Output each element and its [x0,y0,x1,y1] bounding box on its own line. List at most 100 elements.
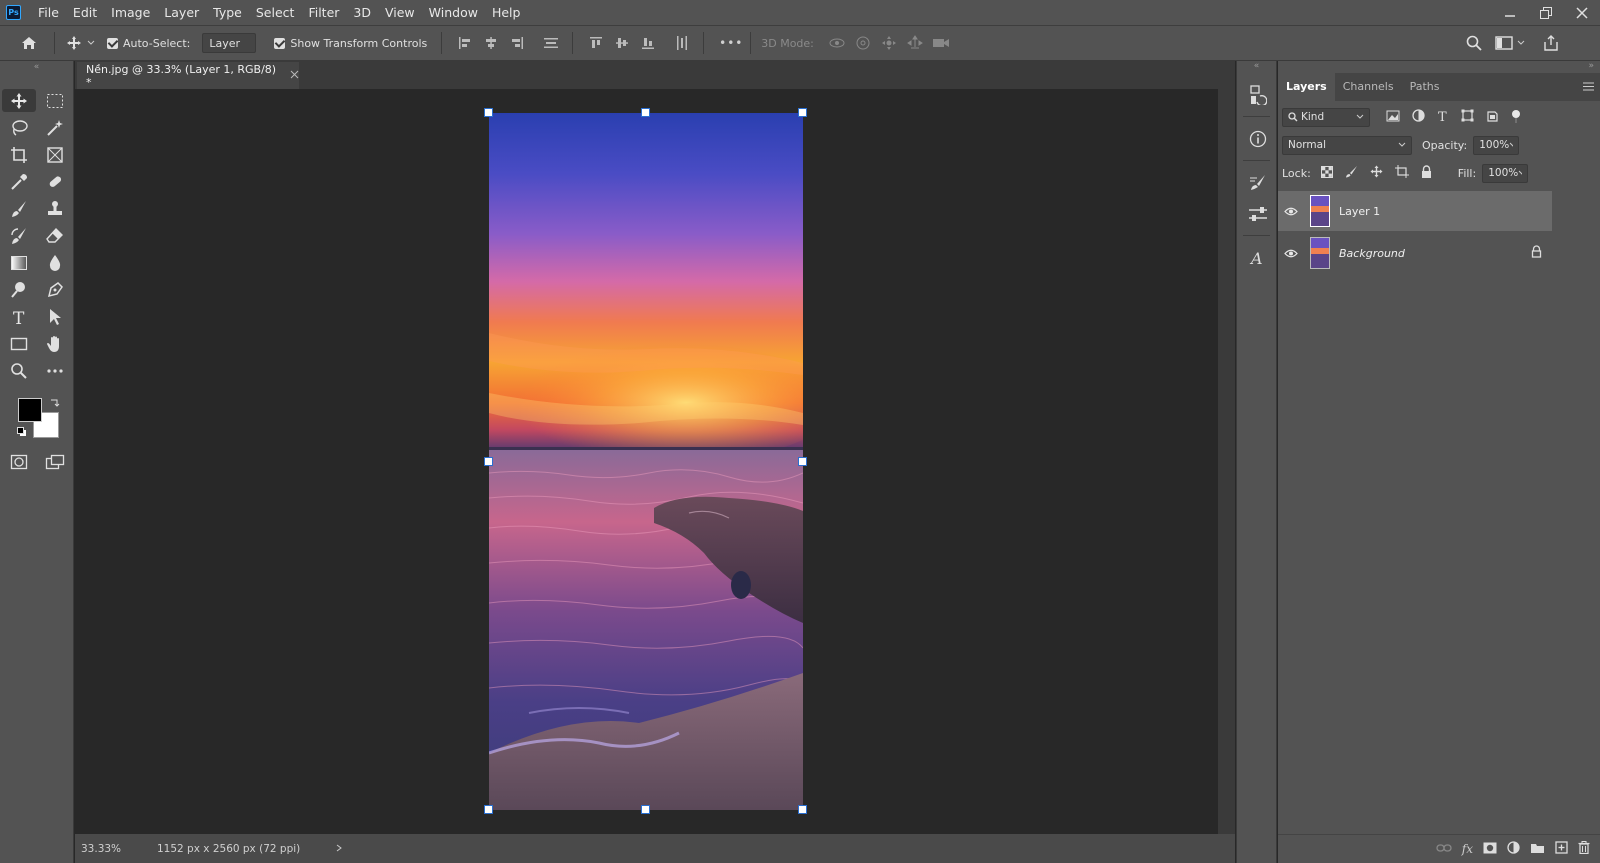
minimize-icon[interactable] [1502,5,1518,21]
menu-file[interactable]: File [31,0,66,25]
visibility-eye-icon[interactable] [1278,249,1304,258]
align-right-icon[interactable] [506,32,528,54]
lock-artboard-icon[interactable] [1394,165,1409,181]
menu-type[interactable]: Type [206,0,249,25]
move-tool-preset-icon[interactable] [63,32,85,54]
align-horizontal-center-icon[interactable] [480,32,502,54]
filter-kind-dropdown[interactable]: Kind [1282,107,1370,127]
align-vertical-center-icon[interactable] [611,32,633,54]
brushes-panel-icon[interactable] [1237,167,1278,198]
transform-handle-right[interactable] [798,457,807,466]
menu-view[interactable]: View [378,0,422,25]
menu-window[interactable]: Window [422,0,485,25]
vertical-scrollbar[interactable] [1218,89,1235,834]
filter-toggle-icon[interactable] [1511,109,1521,126]
swap-colors-icon[interactable] [50,396,60,410]
fill-input[interactable]: 100% [1482,163,1529,183]
delete-layer-trash-icon[interactable] [1578,841,1590,857]
chevron-down-icon[interactable] [1515,32,1527,54]
hand-tool-icon[interactable] [38,332,72,355]
document-tab[interactable]: Nền.jpg @ 33.3% (Layer 1, RGB/8) * [77,62,299,89]
close-icon[interactable] [1574,5,1590,21]
adjustments-panel-icon[interactable] [1237,198,1278,229]
dodge-tool-icon[interactable] [2,278,36,301]
marquee-tool-icon[interactable] [38,89,72,112]
canvas-area[interactable] [75,89,1218,834]
layer-row-background[interactable]: Background [1278,233,1552,273]
transform-handle-top-left[interactable] [484,108,493,117]
menu-edit[interactable]: Edit [66,0,104,25]
visibility-eye-icon[interactable] [1278,207,1304,216]
pen-tool-icon[interactable] [38,278,72,301]
expand-panels-icon[interactable]: » [1278,61,1600,73]
collapse-panel-icon[interactable]: « [1237,61,1276,73]
rectangle-tool-icon[interactable] [2,332,36,355]
lock-position-icon[interactable] [1370,165,1383,181]
new-adjustment-layer-icon[interactable] [1507,841,1520,857]
menu-3d[interactable]: 3D [346,0,378,25]
quick-mask-icon[interactable] [2,450,36,473]
eraser-tool-icon[interactable] [38,224,72,247]
transform-handle-bottom-right[interactable] [798,805,807,814]
tab-channels[interactable]: Channels [1335,73,1402,101]
distribute-horizontal-icon[interactable] [671,32,693,54]
crop-tool-icon[interactable] [2,143,36,166]
layer-name[interactable]: Background [1339,247,1405,260]
document-canvas[interactable] [484,108,807,814]
edit-toolbar-icon[interactable] [38,359,72,382]
screen-mode-icon[interactable] [38,450,72,473]
3d-roll-icon[interactable] [852,32,874,54]
zoom-level[interactable]: 33.33% [81,843,151,855]
foreground-color-swatch[interactable] [18,398,42,422]
menu-filter[interactable]: Filter [301,0,346,25]
tab-paths[interactable]: Paths [1402,73,1448,101]
transform-handle-top-right[interactable] [798,108,807,117]
history-panel-icon[interactable] [1237,79,1278,110]
type-tool-icon[interactable]: T [2,305,36,328]
3d-slide-icon[interactable] [904,32,926,54]
tab-layers[interactable]: Layers [1278,73,1335,101]
3d-pan-icon[interactable] [878,32,900,54]
menu-layer[interactable]: Layer [157,0,206,25]
chevron-right-icon[interactable] [336,843,343,855]
filter-smart-object-icon[interactable] [1486,109,1499,125]
3d-camera-icon[interactable] [930,32,952,54]
gradient-tool-icon[interactable] [2,251,36,274]
auto-select-target-dropdown[interactable]: Layer [202,33,257,53]
search-icon[interactable] [1463,32,1485,54]
info-panel-icon[interactable] [1237,123,1278,154]
filter-adjustment-icon[interactable] [1412,109,1425,125]
layer-row-layer-1[interactable]: Layer 1 [1278,191,1552,231]
blur-tool-icon[interactable] [38,251,72,274]
more-options-icon[interactable]: ••• [718,32,744,54]
eyedropper-tool-icon[interactable] [2,170,36,193]
layer-style-fx-icon[interactable]: fx [1462,842,1473,856]
panel-menu-icon[interactable] [1583,80,1594,94]
lock-image-pixels-icon[interactable] [1345,165,1358,181]
share-icon[interactable] [1540,32,1562,54]
chevron-down-icon[interactable] [85,32,97,54]
transform-handle-bottom[interactable] [641,805,650,814]
3d-orbit-icon[interactable] [826,32,848,54]
magic-wand-tool-icon[interactable] [38,116,72,139]
path-selection-tool-icon[interactable] [38,305,72,328]
align-bottom-icon[interactable] [637,32,659,54]
new-group-folder-icon[interactable] [1530,842,1545,857]
menu-image[interactable]: Image [104,0,157,25]
new-layer-icon[interactable] [1555,841,1568,857]
history-brush-tool-icon[interactable] [2,224,36,247]
filter-shape-icon[interactable] [1461,109,1474,125]
frame-tool-icon[interactable] [38,143,72,166]
blend-mode-dropdown[interactable]: Normal [1282,135,1412,155]
glyphs-panel-icon[interactable]: A [1237,242,1278,273]
filter-type-icon[interactable]: T [1437,109,1449,125]
transform-handle-left[interactable] [484,457,493,466]
collapse-panel-icon[interactable]: « [0,61,73,73]
lock-all-icon[interactable] [1421,165,1432,181]
zoom-tool-icon[interactable] [2,359,36,382]
show-transform-controls-checkbox[interactable]: Show Transform Controls [274,37,427,50]
brush-tool-icon[interactable] [2,197,36,220]
lasso-tool-icon[interactable] [2,116,36,139]
home-icon[interactable] [18,32,40,54]
restore-icon[interactable] [1538,5,1554,21]
